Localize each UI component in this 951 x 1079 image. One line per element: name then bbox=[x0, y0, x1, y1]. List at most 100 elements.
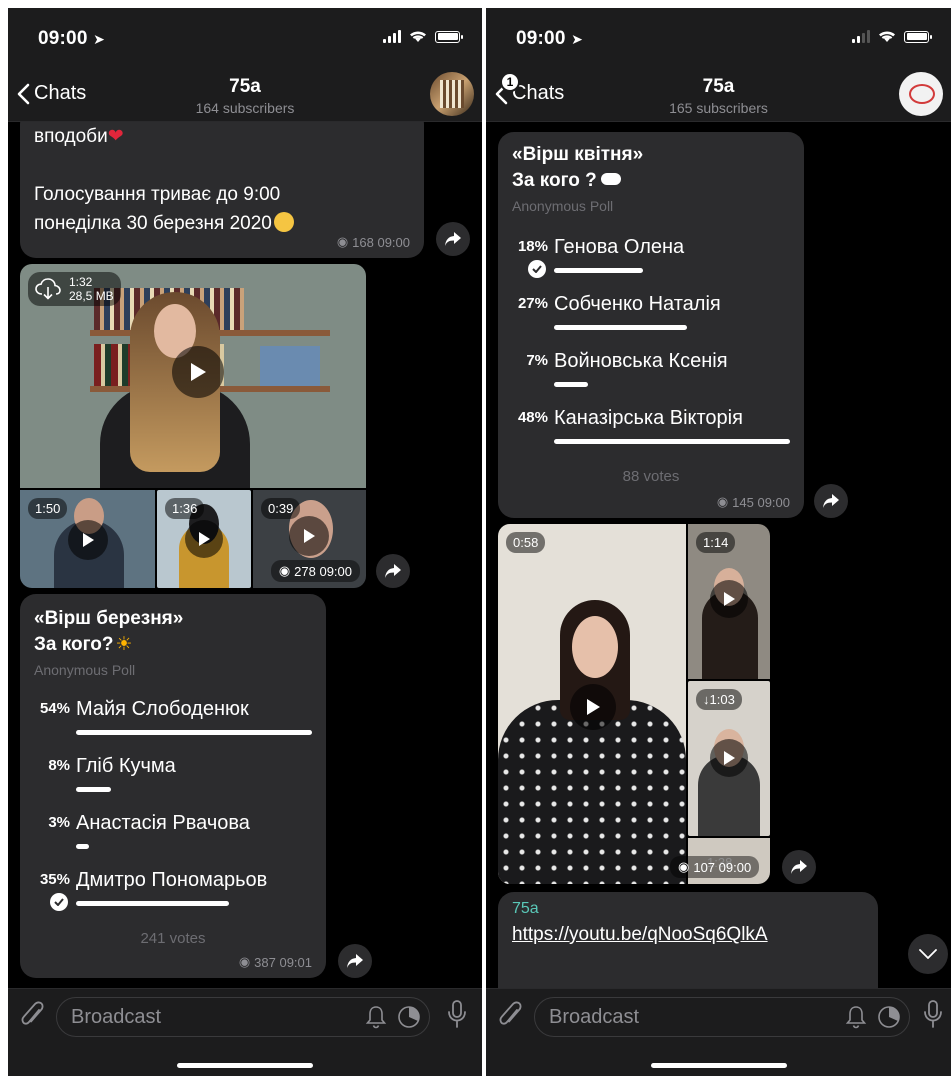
views-time: 278 09:00 bbox=[294, 563, 352, 579]
nav-bar: Chats 75a 164 subscribers bbox=[8, 66, 482, 122]
status-time: 09:00 ➤ bbox=[38, 28, 106, 49]
message-author: 75a bbox=[512, 900, 539, 917]
wifi-icon bbox=[879, 31, 895, 42]
poll-option-label: Войновська Ксенія bbox=[554, 350, 728, 372]
play-icon bbox=[304, 529, 315, 543]
subscriber-count: 165 subscribers bbox=[669, 100, 768, 116]
left-screen: вподоби❤ Голосування триває до 9:00 поне… bbox=[8, 8, 482, 1076]
play-icon bbox=[191, 363, 206, 381]
channel-title[interactable]: 75a 165 subscribers bbox=[486, 76, 951, 116]
views-time: 387 09:01 bbox=[254, 954, 312, 970]
youtube-link[interactable]: https://youtu.be/qNooSq6QlkA bbox=[512, 924, 768, 946]
poll-message: «Вірш березня» За кого? ☀ Anonymous Poll … bbox=[20, 594, 326, 978]
play-icon bbox=[199, 532, 210, 546]
checkmark-icon bbox=[50, 893, 68, 911]
attach-button[interactable] bbox=[498, 1001, 524, 1036]
poll-votes: 241 votes bbox=[140, 930, 206, 947]
timer-icon bbox=[878, 1006, 900, 1028]
play-button[interactable] bbox=[710, 580, 748, 618]
broadcast-input[interactable]: Broadcast bbox=[56, 997, 430, 1037]
poll-option-bar bbox=[554, 325, 687, 330]
paperclip-icon bbox=[21, 1001, 44, 1025]
play-icon bbox=[83, 533, 94, 547]
play-button[interactable] bbox=[172, 346, 224, 398]
poll-option-label: Собченко Наталія bbox=[554, 293, 721, 315]
scroll-down-button[interactable] bbox=[908, 934, 948, 974]
eye-icon: ◉ bbox=[336, 234, 349, 249]
poll-question: За кого? bbox=[34, 634, 114, 655]
wifi-icon bbox=[410, 31, 426, 42]
poll-option-bar bbox=[554, 439, 790, 444]
text-message[interactable]: вподоби❤ Голосування триває до 9:00 поне… bbox=[20, 108, 424, 258]
channel-avatar[interactable] bbox=[430, 72, 474, 116]
poll-option: 8% Гліб Кучма bbox=[20, 751, 326, 809]
eye-icon: ◉ bbox=[678, 859, 690, 874]
subscriber-count: 164 subscribers bbox=[195, 100, 295, 116]
poll-option: 27% Собченко Наталія bbox=[498, 289, 804, 347]
poll-option-label: Дмитро Пономарьов bbox=[76, 869, 268, 891]
video-thumb-2[interactable]: ↓1:03 bbox=[688, 681, 770, 836]
bell-icon bbox=[365, 1006, 387, 1029]
cloud-icon bbox=[600, 173, 621, 185]
eye-icon: ◉ bbox=[716, 494, 729, 509]
share-button[interactable] bbox=[338, 944, 372, 978]
poll-option-percent: 18% bbox=[517, 238, 548, 255]
poll-type: Anonymous Poll bbox=[512, 198, 614, 214]
poll-option: 18% Генова Олена bbox=[498, 232, 804, 290]
paperclip-icon bbox=[499, 1001, 522, 1025]
status-bar: 09:00 ➤ bbox=[486, 8, 951, 66]
input-placeholder: Broadcast bbox=[549, 1005, 640, 1028]
share-button[interactable] bbox=[782, 850, 816, 884]
poll-option: 48% Каназірська Вікторія bbox=[498, 403, 804, 461]
poll-option: 54% Майя Слободенюк bbox=[20, 694, 326, 752]
video-thumb-1[interactable]: 1:50 bbox=[20, 490, 155, 588]
channel-name: 75a bbox=[229, 76, 261, 97]
attach-button[interactable] bbox=[20, 1001, 46, 1036]
video-thumb-1[interactable]: 1:14 bbox=[688, 524, 770, 679]
home-indicator bbox=[177, 1063, 313, 1068]
microphone-button[interactable] bbox=[446, 999, 468, 1034]
poll-option-percent: 48% bbox=[517, 409, 548, 426]
download-badge[interactable]: ↓1:03 bbox=[696, 689, 742, 710]
right-screen: «Вірш квітня» За кого ? Anonymous Poll 1… bbox=[486, 8, 951, 1076]
status-time: 09:00 ➤ bbox=[516, 28, 584, 49]
download-badge[interactable]: 1:32 28,5 MB bbox=[28, 272, 121, 306]
channel-avatar[interactable] bbox=[899, 72, 943, 116]
play-icon bbox=[724, 592, 735, 606]
share-button[interactable] bbox=[814, 484, 848, 518]
play-button[interactable] bbox=[185, 520, 223, 558]
microphone-button[interactable] bbox=[922, 999, 944, 1034]
share-arrow-icon bbox=[445, 232, 461, 246]
video-duration: 0:58 bbox=[506, 532, 546, 553]
video-duration: 0:39 bbox=[261, 498, 301, 519]
bell-icon bbox=[845, 1006, 867, 1029]
play-button[interactable] bbox=[570, 684, 616, 730]
share-button[interactable] bbox=[376, 554, 410, 588]
video-thumb-2[interactable]: 1:36 bbox=[157, 490, 251, 588]
album-meta: ◉ 278 09:00 bbox=[270, 560, 360, 582]
microphone-icon bbox=[448, 1000, 466, 1028]
video-duration: 1:32 bbox=[69, 275, 93, 289]
battery-icon bbox=[435, 30, 463, 43]
album-meta: ◉ 107 09:00 bbox=[670, 856, 760, 878]
play-icon bbox=[587, 699, 600, 715]
play-button[interactable] bbox=[289, 516, 329, 556]
broadcast-input[interactable]: Broadcast bbox=[534, 997, 910, 1037]
location-arrow-icon: ➤ bbox=[571, 31, 584, 47]
video-main[interactable]: 1:32 28,5 MB bbox=[20, 264, 366, 488]
channel-title[interactable]: 75a 164 subscribers bbox=[8, 76, 482, 116]
poll-type: Anonymous Poll bbox=[34, 662, 136, 678]
video-main[interactable]: 0:58 bbox=[498, 524, 686, 884]
play-button[interactable] bbox=[68, 520, 108, 560]
location-arrow-icon: ➤ bbox=[93, 31, 106, 47]
views-time: 145 09:00 bbox=[732, 494, 790, 510]
video-thumb-3[interactable]: 0:39 ◉ 278 09:00 bbox=[253, 490, 366, 588]
share-arrow-icon bbox=[347, 954, 363, 968]
poll-option-bar bbox=[76, 901, 229, 906]
share-button[interactable] bbox=[436, 222, 470, 256]
video-duration: 1:50 bbox=[28, 498, 68, 519]
poll-option-bar bbox=[76, 844, 90, 849]
poll-option-percent: 54% bbox=[39, 700, 70, 717]
poll-title: «Вірш березня» bbox=[34, 608, 184, 629]
play-button[interactable] bbox=[710, 739, 748, 777]
